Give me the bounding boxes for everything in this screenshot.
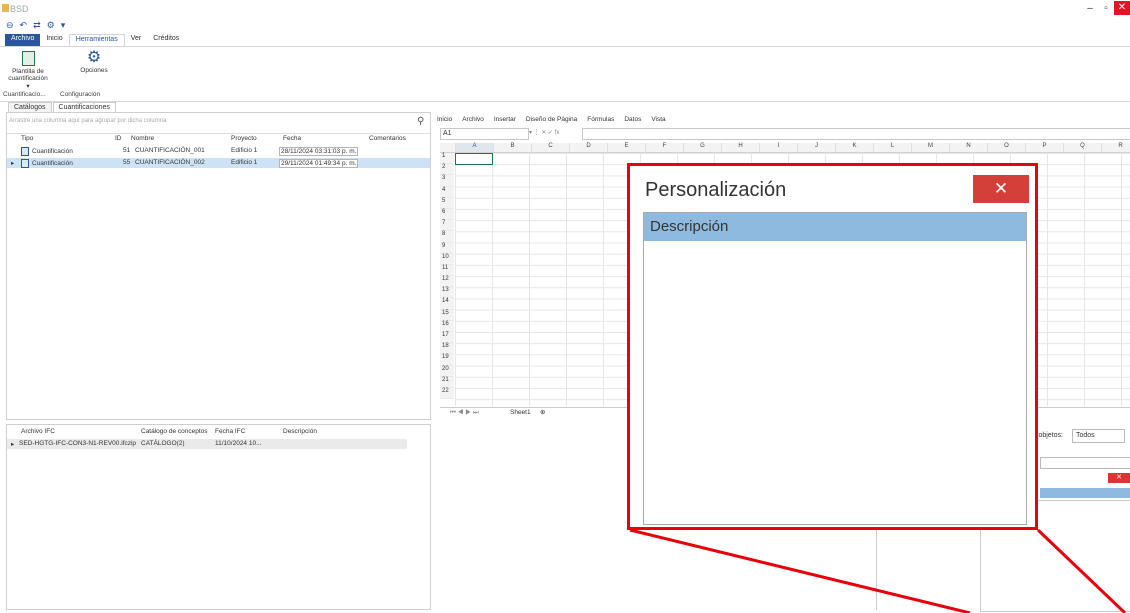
personalizacion-dialog-zoom: Personalización ✕ Descripción	[627, 163, 1038, 530]
callout-line-right	[1036, 528, 1127, 613]
dialog-close-button[interactable]: ✕	[973, 175, 1029, 203]
callout-line-left	[629, 528, 971, 613]
description-list: Descripción	[643, 212, 1027, 525]
dialog-title: Personalización	[645, 179, 787, 201]
descripcion-header: Descripción	[644, 213, 1026, 241]
